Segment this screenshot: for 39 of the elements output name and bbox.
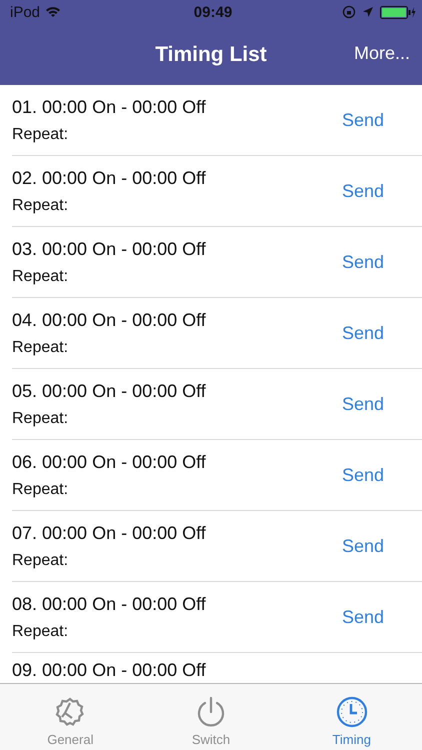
gear-icon bbox=[54, 696, 86, 728]
more-button[interactable]: More... bbox=[354, 43, 410, 64]
rotation-lock-icon bbox=[342, 5, 356, 19]
repeat-label: Repeat: bbox=[12, 410, 70, 428]
timing-title: 09. 00:00 On - 00:00 Off bbox=[12, 660, 206, 680]
carrier-label: iPod bbox=[10, 4, 40, 20]
timing-title: 02. 00:00 On - 00:00 Off bbox=[12, 168, 207, 188]
send-button[interactable]: Send bbox=[342, 322, 384, 344]
repeat-label: Repeat: bbox=[12, 196, 70, 214]
send-button[interactable]: Send bbox=[342, 252, 384, 272]
clock-time: 09:49 bbox=[192, 4, 234, 20]
send-button[interactable]: Send bbox=[342, 180, 384, 202]
tab[interactable]: General bbox=[0, 684, 141, 750]
screen-title: Timing List bbox=[155, 42, 267, 66]
tab[interactable]: Switch bbox=[140, 684, 282, 750]
timing-title: 03. 00:00 On - 00:00 Off bbox=[12, 238, 207, 260]
timing-title: 01. 00:00 On - 00:00 Off bbox=[12, 96, 207, 118]
repeat-label: Repeat: bbox=[12, 126, 70, 144]
timing-title: 05. 00:00 On - 00:00 Off bbox=[12, 380, 207, 402]
send-button[interactable]: Send bbox=[342, 464, 384, 486]
timing-title: 04. 00:00 On - 00:00 Off bbox=[12, 310, 207, 330]
tab[interactable]: Timing bbox=[281, 684, 422, 750]
repeat-label: Repeat: bbox=[12, 268, 70, 286]
timing-title: 07. 00:00 On - 00:00 Off bbox=[12, 522, 207, 544]
timing-title: 06. 00:00 On - 00:00 Off bbox=[12, 452, 207, 472]
repeat-label: Repeat: bbox=[12, 552, 70, 570]
battery-icon bbox=[380, 6, 416, 18]
timing-title: 08. 00:00 On - 00:00 Off bbox=[12, 594, 207, 614]
location-icon bbox=[362, 6, 374, 18]
send-button[interactable]: Send bbox=[342, 536, 384, 556]
clock-icon bbox=[336, 696, 368, 728]
send-button[interactable]: Send bbox=[342, 606, 384, 628]
send-button[interactable]: Send bbox=[342, 110, 384, 130]
wifi-icon bbox=[45, 6, 62, 18]
power-icon bbox=[196, 696, 226, 728]
repeat-label: Repeat: bbox=[12, 338, 70, 356]
repeat-label: Repeat: bbox=[12, 622, 70, 640]
repeat-label: Repeat: bbox=[12, 480, 70, 498]
send-button[interactable]: Send bbox=[342, 394, 384, 414]
